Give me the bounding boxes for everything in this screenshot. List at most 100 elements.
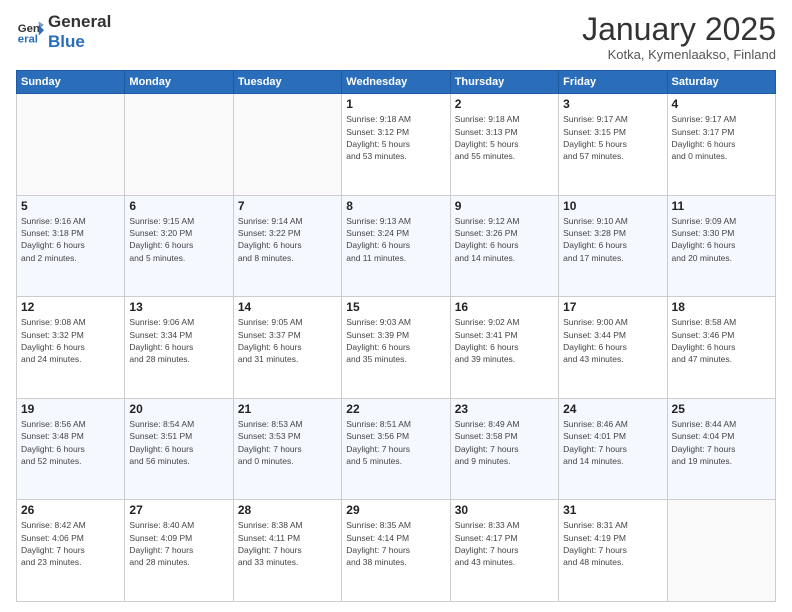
calendar-table: Sunday Monday Tuesday Wednesday Thursday… (16, 70, 776, 602)
table-row: 4 Sunrise: 9:17 AM Sunset: 3:17 PM Daylig… (667, 94, 775, 196)
table-row: 3Sunrise: 9:17 AM Sunset: 3:15 PM Daylig… (559, 94, 667, 196)
table-row: 13 Sunrise: 9:06 AM Sunset: 3:34 PM Dayli… (125, 297, 233, 399)
calendar-week-row: 12 Sunrise: 9:08 AM Sunset: 3:32 PM Dayli… (17, 297, 776, 399)
day-number: 26 (21, 503, 120, 517)
day-number: 11 (672, 199, 771, 213)
logo-text: General Blue (48, 12, 111, 52)
location-title: Kotka, Kymenlaakso, Finland (582, 47, 776, 62)
day-number: 24 (563, 402, 662, 416)
day-number: 30 (455, 503, 554, 517)
table-row: 28 Sunrise: 8:38 AM Sunset: 4:11 PM Dayli… (233, 500, 341, 602)
table-row: 26Sunrise: 8:42 AM Sunset: 4:06 PM Dayli… (17, 500, 125, 602)
day-info: Sunrise: 9:17 AM Sunset: 3:17 PM Dayligh… (672, 113, 771, 162)
day-number: 5 (21, 199, 120, 213)
title-block: January 2025 Kotka, Kymenlaakso, Finland (582, 12, 776, 62)
day-number: 13 (129, 300, 228, 314)
day-number: 17 (563, 300, 662, 314)
day-number: 10 (563, 199, 662, 213)
day-info: Sunrise: 9:06 AM Sunset: 3:34 PM Dayligh… (129, 316, 228, 365)
logo-icon: Gen eral (16, 18, 44, 46)
day-info: Sunrise: 8:54 AM Sunset: 3:51 PM Dayligh… (129, 418, 228, 467)
day-number: 14 (238, 300, 337, 314)
day-info: Sunrise: 8:58 AM Sunset: 3:46 PM Dayligh… (672, 316, 771, 365)
day-info: Sunrise: 9:10 AM Sunset: 3:28 PM Dayligh… (563, 215, 662, 264)
table-row: 24 Sunrise: 8:46 AM Sunset: 4:01 PM Dayli… (559, 398, 667, 500)
table-row: 22Sunrise: 8:51 AM Sunset: 3:56 PM Dayli… (342, 398, 450, 500)
logo-general: General (48, 12, 111, 31)
header-thursday: Thursday (450, 71, 558, 94)
day-number: 16 (455, 300, 554, 314)
table-row: 17 Sunrise: 9:00 AM Sunset: 3:44 PM Dayli… (559, 297, 667, 399)
day-info: Sunrise: 9:08 AM Sunset: 3:32 PM Dayligh… (21, 316, 120, 365)
day-number: 4 (672, 97, 771, 111)
day-number: 28 (238, 503, 337, 517)
logo: Gen eral General Blue (16, 12, 111, 52)
day-number: 27 (129, 503, 228, 517)
day-number: 1 (346, 97, 445, 111)
header-saturday: Saturday (667, 71, 775, 94)
day-info: Sunrise: 8:44 AM Sunset: 4:04 PM Dayligh… (672, 418, 771, 467)
table-row: 23Sunrise: 8:49 AM Sunset: 3:58 PM Dayli… (450, 398, 558, 500)
table-row: 18 Sunrise: 8:58 AM Sunset: 3:46 PM Dayli… (667, 297, 775, 399)
day-number: 31 (563, 503, 662, 517)
day-number: 9 (455, 199, 554, 213)
day-number: 12 (21, 300, 120, 314)
table-row: 29Sunrise: 8:35 AM Sunset: 4:14 PM Dayli… (342, 500, 450, 602)
day-number: 15 (346, 300, 445, 314)
calendar-header-row: Sunday Monday Tuesday Wednesday Thursday… (17, 71, 776, 94)
table-row: 10 Sunrise: 9:10 AM Sunset: 3:28 PM Dayli… (559, 195, 667, 297)
table-row: 5Sunrise: 9:16 AM Sunset: 3:18 PM Daylig… (17, 195, 125, 297)
table-row: 15 Sunrise: 9:03 AM Sunset: 3:39 PM Dayli… (342, 297, 450, 399)
day-number: 8 (346, 199, 445, 213)
day-info: Sunrise: 9:05 AM Sunset: 3:37 PM Dayligh… (238, 316, 337, 365)
table-row: 27 Sunrise: 8:40 AM Sunset: 4:09 PM Dayli… (125, 500, 233, 602)
table-row: 20Sunrise: 8:54 AM Sunset: 3:51 PM Dayli… (125, 398, 233, 500)
day-number: 18 (672, 300, 771, 314)
day-number: 19 (21, 402, 120, 416)
table-row: 14 Sunrise: 9:05 AM Sunset: 3:37 PM Dayli… (233, 297, 341, 399)
table-row (233, 94, 341, 196)
table-row: 9 Sunrise: 9:12 AM Sunset: 3:26 PM Daylig… (450, 195, 558, 297)
day-info: Sunrise: 9:09 AM Sunset: 3:30 PM Dayligh… (672, 215, 771, 264)
day-info: Sunrise: 8:53 AM Sunset: 3:53 PM Dayligh… (238, 418, 337, 467)
day-number: 7 (238, 199, 337, 213)
table-row: 11 Sunrise: 9:09 AM Sunset: 3:30 PM Dayli… (667, 195, 775, 297)
calendar-week-row: 19Sunrise: 8:56 AM Sunset: 3:48 PM Dayli… (17, 398, 776, 500)
table-row (125, 94, 233, 196)
day-number: 3 (563, 97, 662, 111)
day-info: Sunrise: 9:18 AM Sunset: 3:13 PM Dayligh… (455, 113, 554, 162)
day-info: Sunrise: 9:14 AM Sunset: 3:22 PM Dayligh… (238, 215, 337, 264)
table-row (667, 500, 775, 602)
day-info: Sunrise: 9:12 AM Sunset: 3:26 PM Dayligh… (455, 215, 554, 264)
table-row: 12 Sunrise: 9:08 AM Sunset: 3:32 PM Dayli… (17, 297, 125, 399)
day-info: Sunrise: 8:38 AM Sunset: 4:11 PM Dayligh… (238, 519, 337, 568)
day-info: Sunrise: 8:51 AM Sunset: 3:56 PM Dayligh… (346, 418, 445, 467)
day-info: Sunrise: 8:40 AM Sunset: 4:09 PM Dayligh… (129, 519, 228, 568)
day-number: 2 (455, 97, 554, 111)
day-info: Sunrise: 9:13 AM Sunset: 3:24 PM Dayligh… (346, 215, 445, 264)
day-info: Sunrise: 8:35 AM Sunset: 4:14 PM Dayligh… (346, 519, 445, 568)
header-sunday: Sunday (17, 71, 125, 94)
table-row: 2 Sunrise: 9:18 AM Sunset: 3:13 PM Daylig… (450, 94, 558, 196)
table-row (17, 94, 125, 196)
day-info: Sunrise: 8:46 AM Sunset: 4:01 PM Dayligh… (563, 418, 662, 467)
table-row: 16Sunrise: 9:02 AM Sunset: 3:41 PM Dayli… (450, 297, 558, 399)
day-number: 25 (672, 402, 771, 416)
header-friday: Friday (559, 71, 667, 94)
calendar-week-row: 26Sunrise: 8:42 AM Sunset: 4:06 PM Dayli… (17, 500, 776, 602)
table-row: 21 Sunrise: 8:53 AM Sunset: 3:53 PM Dayli… (233, 398, 341, 500)
day-info: Sunrise: 9:03 AM Sunset: 3:39 PM Dayligh… (346, 316, 445, 365)
calendar-page: Gen eral General Blue January 2025 Kotka… (0, 0, 792, 612)
header-monday: Monday (125, 71, 233, 94)
header-tuesday: Tuesday (233, 71, 341, 94)
logo-blue: Blue (48, 32, 85, 51)
header: Gen eral General Blue January 2025 Kotka… (16, 12, 776, 62)
month-title: January 2025 (582, 12, 776, 47)
day-info: Sunrise: 8:33 AM Sunset: 4:17 PM Dayligh… (455, 519, 554, 568)
calendar-week-row: 1Sunrise: 9:18 AM Sunset: 3:12 PM Daylig… (17, 94, 776, 196)
table-row: 25 Sunrise: 8:44 AM Sunset: 4:04 PM Dayli… (667, 398, 775, 500)
day-info: Sunrise: 9:00 AM Sunset: 3:44 PM Dayligh… (563, 316, 662, 365)
table-row: 6Sunrise: 9:15 AM Sunset: 3:20 PM Daylig… (125, 195, 233, 297)
day-number: 21 (238, 402, 337, 416)
day-info: Sunrise: 8:31 AM Sunset: 4:19 PM Dayligh… (563, 519, 662, 568)
